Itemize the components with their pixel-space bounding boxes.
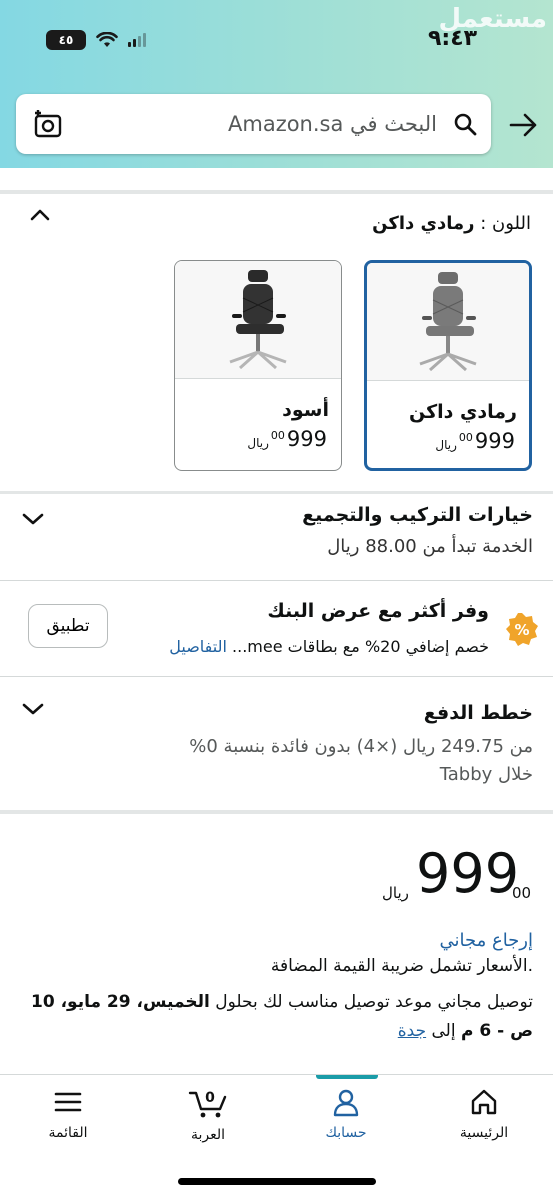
bank-offer-description: خصم إضافي 20% مع بطاقات mee... التفاصيل [169, 637, 489, 656]
battery-level: ٤٥ [58, 33, 74, 47]
color-option-price: 999 00 ريال [243, 427, 327, 451]
wifi-icon [96, 32, 118, 47]
search-input[interactable]: البحث في Amazon.sa [228, 112, 437, 136]
color-option-dark-gray[interactable]: رمادي داكن 999 00 ريال [364, 260, 532, 471]
cart-icon: 0 [188, 1090, 227, 1118]
price-fraction: 00 [270, 429, 285, 442]
home-indicator [178, 1178, 376, 1185]
search-icon[interactable] [453, 112, 477, 136]
price-fraction: 00 [512, 884, 532, 902]
home-icon [471, 1089, 497, 1115]
status-icons: ٤٥ [46, 30, 146, 50]
percent-badge-icon: % [506, 613, 538, 646]
price-currency: ريال [382, 884, 409, 902]
nav-cart-label: العربة [190, 1127, 226, 1143]
nav-menu-label: القائمة [48, 1125, 88, 1141]
delivery-city-link[interactable]: جدة [398, 1021, 426, 1041]
collapse-chevron-icon[interactable] [30, 208, 50, 222]
divider [0, 810, 553, 814]
apply-offer-button[interactable]: تطبيق [28, 604, 108, 648]
hamburger-menu-icon [54, 1092, 82, 1112]
payment-plans-line1: من 249.75 ريال (×4) بدون فائدة بنسبة 0% [189, 736, 533, 757]
expand-chevron-icon[interactable] [22, 512, 44, 526]
nav-menu[interactable]: القائمة [18, 1087, 118, 1141]
payment-plans-line2: خلال Tabby [439, 764, 533, 785]
svg-text:%: % [514, 621, 529, 639]
color-option-name: رمادي داكن [408, 401, 517, 423]
color-label: اللون : [480, 213, 531, 234]
nav-cart[interactable]: 0 العربة [158, 1087, 258, 1143]
active-tab-indicator [316, 1075, 378, 1079]
watermark-logo: مستعمل [438, 4, 547, 34]
vat-note: .الأسعار تشمل ضريبة القيمة المضافة [270, 956, 533, 976]
back-arrow-icon[interactable] [508, 110, 538, 140]
product-image-dark-gray [367, 263, 529, 381]
color-selected-value: رمادي داكن [372, 213, 475, 234]
color-option-name: أسود [282, 399, 329, 421]
divider [0, 676, 553, 677]
bank-offer-title: وفر أكثر مع عرض البنك [267, 600, 489, 622]
price-currency: ريال [247, 436, 269, 450]
nav-home-label: الرئيسية [459, 1125, 509, 1141]
camera-search-icon[interactable] [32, 108, 64, 140]
divider [0, 190, 553, 194]
installation-subtitle: الخدمة تبدأ من 88.00 ريال [327, 536, 533, 557]
color-option-black[interactable]: أسود 999 00 ريال [174, 260, 342, 471]
product-image-black [175, 261, 341, 379]
bank-offer-text: خصم إضافي 20% مع بطاقات mee... [232, 637, 489, 656]
nav-home[interactable]: الرئيسية [434, 1087, 534, 1141]
price-whole: 999 [474, 429, 515, 453]
nav-account[interactable]: حسابك [296, 1087, 396, 1141]
color-selection-label: اللون : رمادي داكن [372, 213, 531, 234]
free-returns-link[interactable]: إرجاع مجاني [439, 930, 533, 951]
divider [0, 491, 553, 494]
cart-count: 0 [205, 1090, 215, 1106]
expand-chevron-icon[interactable] [22, 702, 44, 716]
account-icon [333, 1089, 359, 1117]
battery-icon: ٤٥ [46, 30, 86, 50]
color-option-price: 999 00 ريال [431, 429, 515, 453]
installation-title[interactable]: خيارات التركيب والتجميع [302, 504, 533, 526]
delivery-info: توصيل مجاني موعد توصيل مناسب لك بحلول ال… [18, 988, 533, 1046]
price-whole: 999 [416, 842, 520, 905]
product-price: 999 00 ريال [382, 842, 534, 908]
cell-signal-icon [128, 33, 146, 47]
bank-offer-details-link[interactable]: التفاصيل [169, 637, 227, 656]
app-header: ٤٥ ٩:٤٣ مستعمل البحث في Amazon.sa [0, 0, 553, 168]
payment-plans-title[interactable]: خطط الدفع [424, 702, 533, 724]
price-currency: ريال [435, 438, 457, 452]
price-whole: 999 [286, 427, 327, 451]
price-fraction: 00 [458, 431, 473, 444]
search-bar[interactable]: البحث في Amazon.sa [16, 94, 491, 154]
nav-account-label: حسابك [325, 1125, 367, 1141]
divider [0, 580, 553, 581]
delivery-prefix: توصيل مجاني موعد توصيل مناسب لك بحلول [215, 992, 533, 1012]
delivery-to: إلى [431, 1021, 456, 1041]
